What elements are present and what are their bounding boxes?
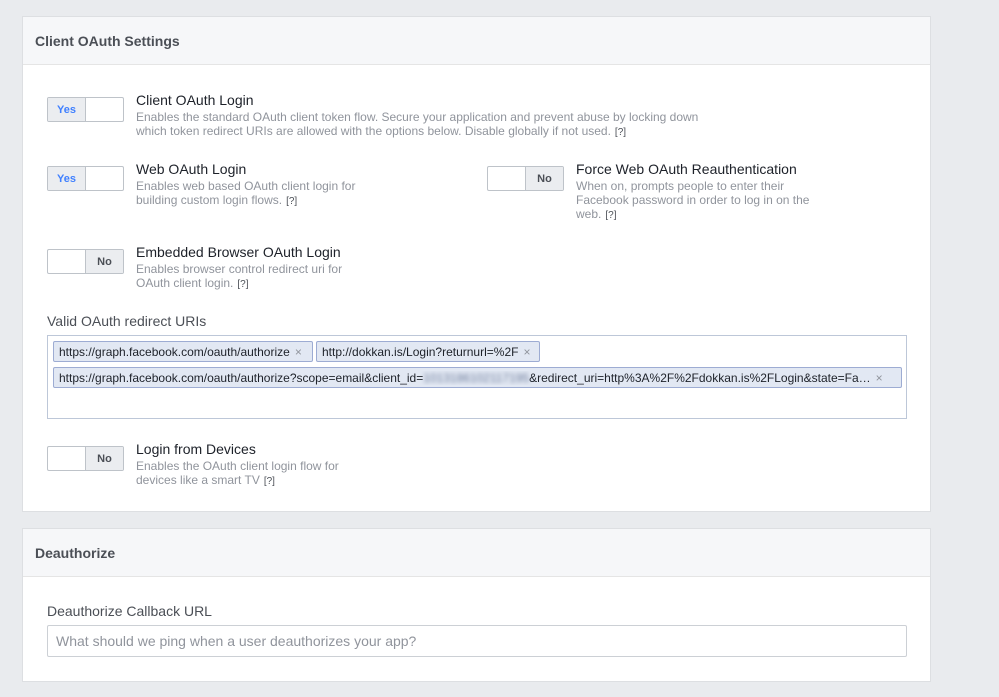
toggle-yes-label: Yes: [48, 98, 86, 121]
redirect-uris-input[interactable]: https://graph.facebook.com/oauth/authori…: [47, 335, 907, 419]
toggle-no-label: No: [525, 167, 563, 190]
embedded-browser-title: Embedded Browser OAuth Login: [136, 244, 341, 260]
help-link[interactable]: [?]: [286, 196, 297, 207]
help-link[interactable]: [?]: [237, 279, 248, 290]
redirect-uris-label: Valid OAuth redirect URIs: [47, 313, 207, 329]
toggle-no-label: No: [85, 250, 123, 273]
deauthorize-callback-input[interactable]: [47, 625, 907, 657]
client-oauth-settings-panel: Client OAuth Settings Yes Client OAuth L…: [22, 16, 931, 512]
login-devices-desc: Enables the OAuth client login flow for …: [136, 459, 339, 487]
panel-title: Deauthorize: [23, 529, 930, 577]
deauthorize-panel: Deauthorize Deauthorize Callback URL: [22, 528, 931, 682]
redirect-uri-token[interactable]: http://dokkan.is/Login?returnurl=%2F ×: [316, 341, 540, 362]
deauthorize-callback-label: Deauthorize Callback URL: [47, 603, 212, 619]
force-reauth-toggle[interactable]: No: [487, 166, 564, 191]
help-link[interactable]: [?]: [264, 476, 275, 487]
remove-token-icon[interactable]: ×: [295, 345, 302, 359]
redacted-client-id: 1013186102117195: [423, 370, 530, 385]
web-oauth-login-toggle[interactable]: Yes: [47, 166, 124, 191]
login-devices-toggle[interactable]: No: [47, 446, 124, 471]
toggle-no-label: No: [85, 447, 123, 470]
redirect-uri-token[interactable]: https://graph.facebook.com/oauth/authori…: [53, 341, 313, 362]
force-reauth-title: Force Web OAuth Reauthentication: [576, 161, 797, 177]
web-oauth-login-title: Web OAuth Login: [136, 161, 247, 177]
embedded-browser-desc: Enables browser control redirect uri for…: [136, 262, 343, 290]
remove-token-icon[interactable]: ×: [876, 371, 883, 385]
client-oauth-login-title: Client OAuth Login: [136, 92, 254, 108]
remove-token-icon[interactable]: ×: [523, 345, 530, 359]
redirect-uri-token[interactable]: https://graph.facebook.com/oauth/authori…: [53, 367, 902, 388]
client-oauth-login-toggle[interactable]: Yes: [47, 97, 124, 122]
force-reauth-desc: When on, prompts people to enter their F…: [576, 179, 810, 221]
client-oauth-login-desc: Enables the standard OAuth client token …: [136, 110, 699, 138]
help-link[interactable]: [?]: [605, 210, 616, 221]
web-oauth-login-desc: Enables web based OAuth client login for…: [136, 179, 356, 207]
embedded-browser-toggle[interactable]: No: [47, 249, 124, 274]
help-link[interactable]: [?]: [615, 127, 626, 138]
toggle-yes-label: Yes: [48, 167, 86, 190]
login-devices-title: Login from Devices: [136, 441, 256, 457]
panel-title: Client OAuth Settings: [23, 17, 930, 65]
